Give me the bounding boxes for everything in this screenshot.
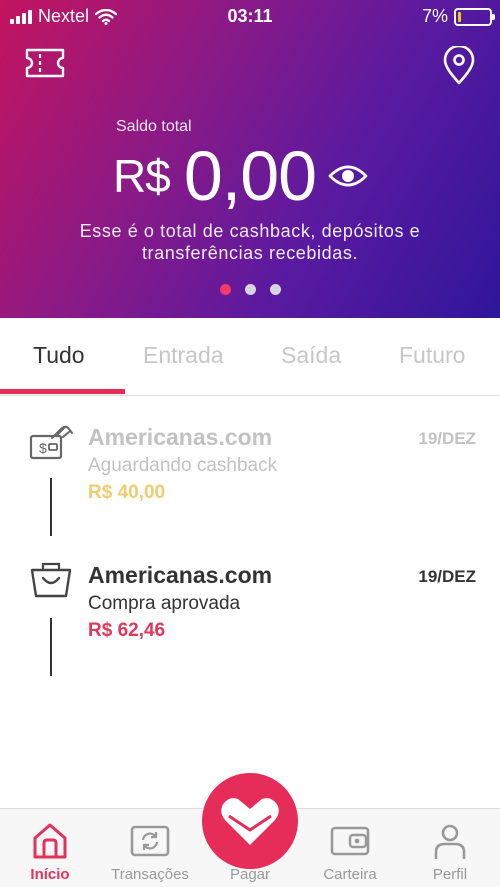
balance-value: 0,00 bbox=[183, 137, 317, 215]
transaction-status: Aguardando cashback bbox=[88, 455, 278, 476]
tab-entrada[interactable]: Entrada bbox=[143, 342, 224, 369]
balance-description: Esse é o total de cashback, depósitos e … bbox=[0, 220, 500, 264]
battery-fill bbox=[458, 11, 461, 22]
location-pin-icon[interactable] bbox=[440, 46, 478, 86]
transactions-icon bbox=[130, 825, 170, 857]
profile-icon bbox=[434, 824, 466, 859]
timeline-line bbox=[50, 618, 52, 676]
shopping-bag-icon bbox=[30, 562, 72, 598]
transaction-status: Compra aprovada bbox=[88, 593, 241, 614]
balance-description-line2: transferências recebidas. bbox=[141, 243, 359, 263]
nav-label: Transações bbox=[111, 866, 189, 883]
balance-description-line1: Esse é o total de cashback, depósitos e bbox=[79, 221, 421, 241]
transaction-date: 19/DEZ bbox=[418, 429, 476, 448]
carousel-dot[interactable] bbox=[219, 284, 231, 295]
pay-button[interactable] bbox=[202, 773, 298, 869]
ticket-icon[interactable] bbox=[24, 46, 66, 80]
nav-carteira[interactable]: Carteira bbox=[300, 809, 400, 887]
svg-text:$: $ bbox=[39, 440, 47, 456]
pay-heart-icon bbox=[221, 798, 279, 845]
timeline-line bbox=[50, 478, 52, 536]
tab-futuro[interactable]: Futuro bbox=[399, 342, 465, 369]
carousel-dot[interactable] bbox=[269, 284, 281, 295]
carousel-dots bbox=[0, 284, 500, 295]
nav-pagar-label[interactable]: Pagar bbox=[200, 866, 300, 883]
status-bar: Nextel 03:11 7% bbox=[0, 0, 500, 34]
nav-label: Perfil bbox=[432, 866, 468, 883]
balance-hero: Nextel 03:11 7% Saldo total R$ 0,00 Esse… bbox=[0, 0, 500, 318]
tab-saida[interactable]: Saída bbox=[281, 342, 341, 369]
transaction-list: $ Americanas.com Aguardando cashback R$ … bbox=[0, 396, 500, 808]
battery-percent: 7% bbox=[421, 6, 448, 26]
nav-label: Início bbox=[30, 866, 70, 883]
nav-label: Carteira bbox=[323, 866, 377, 883]
transaction-amount: R$ 62,46 bbox=[88, 620, 166, 641]
transaction-merchant: Americanas.com bbox=[88, 562, 273, 588]
nav-inicio[interactable]: Início bbox=[0, 809, 100, 887]
battery-icon bbox=[454, 7, 495, 26]
transaction-date: 19/DEZ bbox=[418, 567, 476, 586]
wallet-icon bbox=[330, 826, 370, 856]
carousel-dot[interactable] bbox=[244, 284, 256, 295]
balance-label: Saldo total bbox=[116, 118, 192, 135]
cashback-hand-icon: $ bbox=[29, 425, 73, 460]
tab-tudo[interactable]: Tudo bbox=[33, 342, 85, 369]
transaction-merchant: Americanas.com bbox=[88, 424, 273, 450]
active-tab-indicator bbox=[0, 389, 125, 394]
nav-transacoes[interactable]: Transações bbox=[100, 809, 200, 887]
eye-icon[interactable] bbox=[328, 161, 368, 191]
status-right: 7% bbox=[421, 6, 495, 27]
nav-perfil[interactable]: Perfil bbox=[400, 809, 500, 887]
transaction-amount: R$ 40,00 bbox=[88, 482, 166, 503]
balance-row: R$ 0,00 bbox=[113, 136, 368, 216]
filter-tabs: Tudo Entrada Saída Futuro bbox=[0, 318, 500, 396]
balance-currency: R$ bbox=[113, 150, 171, 202]
home-icon bbox=[33, 823, 67, 859]
